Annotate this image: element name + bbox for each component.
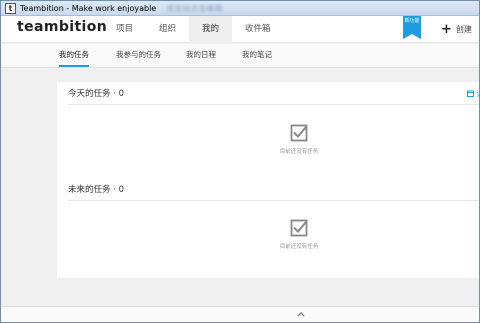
task-card: 今天的任务 · 0 订 目前还没有任务 未来的任务 · 0 目: [57, 82, 479, 278]
plus-icon: +: [441, 21, 452, 37]
nav-organization[interactable]: 组织: [146, 16, 189, 43]
nav-mine[interactable]: 我的: [189, 16, 233, 43]
main-content: 今天的任务 · 0 订 目前还没有任务 未来的任务 · 0 目: [1, 68, 479, 306]
new-feature-ribbon[interactable]: 新功能: [403, 16, 421, 39]
tab-my-notes[interactable]: 我的笔记: [242, 44, 272, 67]
app-window: t Teambition - Make work enjoyable 成支持点击…: [0, 0, 480, 323]
create-label: 创建: [455, 24, 472, 34]
empty-text-today: 目前还没有任务: [279, 149, 319, 155]
nav-projects[interactable]: 项目: [103, 16, 146, 43]
window-titlebar[interactable]: t Teambition - Make work enjoyable 成支持点击…: [1, 1, 479, 16]
checkbox-check-icon: [290, 124, 308, 142]
app-icon: t: [5, 2, 16, 14]
empty-state-future: 目前还没有任务: [259, 219, 339, 250]
empty-text-future: 目前还没有任务: [279, 244, 319, 250]
nav-inbox[interactable]: 收件箱: [232, 16, 284, 43]
tab-my-tasks[interactable]: 我的任务: [59, 44, 89, 67]
sub-nav: 我的任务 我参与的任务 我的日程 我的笔记: [1, 44, 479, 68]
window-title: Teambition - Make work enjoyable: [20, 3, 157, 13]
section-title-today: 今天的任务 · 0: [68, 89, 125, 99]
create-button[interactable]: + 创建: [441, 22, 472, 36]
logo[interactable]: teambition: [17, 19, 107, 35]
section-title-future: 未来的任务 · 0: [68, 185, 125, 195]
tab-involved-tasks[interactable]: 我参与的任务: [116, 44, 161, 67]
bottom-bar: [1, 306, 479, 322]
calendar-link[interactable]: 订: [476, 90, 479, 98]
checkbox-check-icon: [290, 219, 308, 237]
calendar-icon[interactable]: 订: [467, 89, 479, 99]
blurred-overlay-text: 成支持点击编辑: [166, 3, 223, 13]
chevron-up-icon[interactable]: [296, 309, 306, 319]
section-divider: [68, 200, 479, 201]
section-divider: [68, 104, 479, 105]
main-nav: 项目 组织 我的 收件箱: [103, 16, 284, 43]
tab-my-schedule[interactable]: 我的日程: [186, 44, 216, 67]
empty-state-today: 目前还没有任务: [259, 124, 339, 155]
app-header: teambition 项目 组织 我的 收件箱 新功能 + 创建: [1, 16, 479, 43]
